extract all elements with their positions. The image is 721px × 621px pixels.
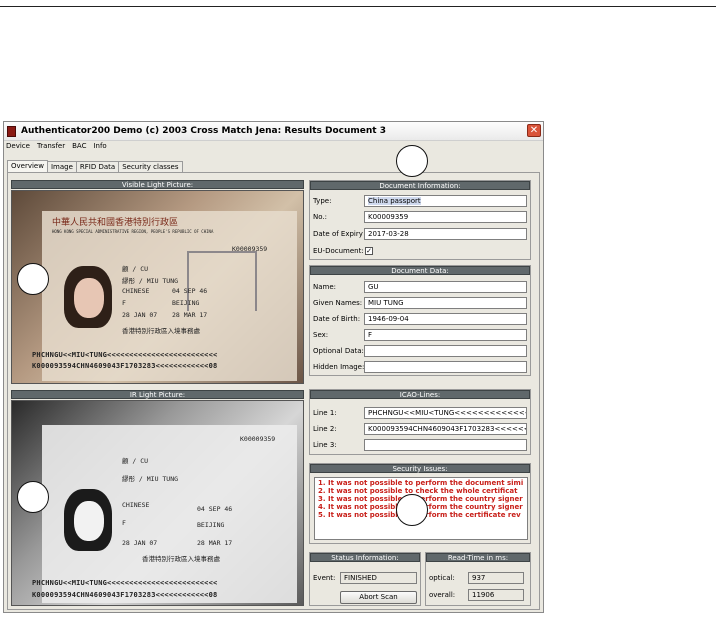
security-issues-header: Security Issues: xyxy=(310,464,530,473)
menu-transfer[interactable]: Transfer xyxy=(37,142,65,150)
menu-info[interactable]: Info xyxy=(93,142,106,150)
security-issue-item: 2. It was not possible to check the whol… xyxy=(318,487,518,495)
ir-passport-number: K00009359 xyxy=(240,435,276,443)
callout-circle-tabs xyxy=(396,145,428,177)
eu-document-checkbox[interactable]: ✓ xyxy=(365,247,373,255)
visible-light-header: Visible Light Picture: xyxy=(11,180,304,189)
app-icon xyxy=(7,125,16,137)
ir-given-name: 繆彤 / MIU TUNG xyxy=(122,475,179,483)
holder-face-ir xyxy=(74,501,104,541)
ir-mrz-line-1: PHCHNGU<<MIU<TUNG<<<<<<<<<<<<<<<<<<<<<<<… xyxy=(32,579,218,587)
ir-issue-date: 28 JAN 07 xyxy=(122,539,158,547)
name-label: Name: xyxy=(313,283,337,291)
given-names-label: Given Names: xyxy=(313,299,363,307)
name-field[interactable]: GU xyxy=(364,281,527,293)
ir-place: BEIJING xyxy=(197,521,225,529)
vis-surname: 顧 / CU xyxy=(122,265,149,273)
holder-face xyxy=(74,278,104,318)
vis-authority: 香港特別行政區入境事務處 xyxy=(122,327,200,335)
sex-label: Sex: xyxy=(313,331,329,339)
line2-field[interactable]: K000093594CHN4609043F1703283<<<<<<<<<<<<… xyxy=(364,423,527,435)
document-information-box: Document Information: Type: China passpo… xyxy=(309,180,531,260)
menu-bar: Device Transfer BAC Info xyxy=(4,141,543,151)
passport-title: 中華人民共和國香港特別行政區 xyxy=(52,218,179,228)
expiry-field[interactable]: 2017-03-28 xyxy=(364,228,527,240)
overview-panel: Visible Light Picture: 中華人民共和國香港特別行政區 HO… xyxy=(7,172,540,610)
line1-label: Line 1: xyxy=(313,409,337,417)
optical-field: 937 xyxy=(468,572,524,584)
event-label: Event: xyxy=(313,574,336,582)
document-data-box: Document Data: Name: GU Given Names: MIU… xyxy=(309,265,531,376)
ir-authority: 香港特別行政區入境事務處 xyxy=(142,555,220,563)
no-label: No.: xyxy=(313,213,327,221)
no-field[interactable]: K00009359 xyxy=(364,211,527,223)
vis-mrz-line-1: PHCHNGU<<MIU<TUNG<<<<<<<<<<<<<<<<<<<<<<<… xyxy=(32,351,218,359)
sex-field[interactable]: F xyxy=(364,329,527,341)
dob-label: Date of Birth: xyxy=(313,315,361,323)
document-data-header: Document Data: xyxy=(310,266,530,275)
vis-mrz-line-2: K000093594CHN4609043F1703283<<<<<<<<<<<<… xyxy=(32,362,218,370)
expiry-label: Date of Expiry xyxy=(313,230,363,238)
ir-surname: 顧 / CU xyxy=(122,457,149,465)
visible-light-image: 中華人民共和國香港特別行政區 HONG KONG SPECIAL ADMINIS… xyxy=(11,190,304,384)
overall-label: overall: xyxy=(429,591,456,599)
optional-data-label: Optional Data: xyxy=(313,347,364,355)
ir-light-image: K00009359 顧 / CU 繆彤 / MIU TUNG CHINESE 0… xyxy=(11,400,304,606)
hidden-image-label: Hidden Image: xyxy=(313,363,365,371)
line3-label: Line 3: xyxy=(313,441,337,449)
callout-circle-visible-image xyxy=(17,263,49,295)
ir-light-header: IR Light Picture: xyxy=(11,390,304,399)
eu-document-label: EU-Document: xyxy=(313,247,364,255)
line3-field[interactable] xyxy=(364,439,527,451)
line2-label: Line 2: xyxy=(313,425,337,433)
vis-issue-date: 28 JAN 07 xyxy=(122,311,158,319)
icao-lines-box: ICAO-Lines: Line 1: PHCHNGU<<MIU<TUNG<<<… xyxy=(309,389,531,455)
vis-sex: F xyxy=(122,299,126,307)
title-bar: Authenticator200 Demo (c) 2003 Cross Mat… xyxy=(4,122,543,141)
vis-expiry-date: 28 MAR 17 xyxy=(172,311,208,319)
vis-nationality: CHINESE xyxy=(122,287,150,295)
icao-lines-header: ICAO-Lines: xyxy=(310,390,530,399)
read-time-box: Read-Time in ms: optical: 937 overall: 1… xyxy=(425,552,531,606)
status-information-header: Status Information: xyxy=(310,553,420,562)
passport-subtitle: HONG KONG SPECIAL ADMINISTRATIVE REGION,… xyxy=(52,229,214,234)
document-information-header: Document Information: xyxy=(310,181,530,190)
ir-mrz-line-2: K000093594CHN4609043F1703283<<<<<<<<<<<<… xyxy=(32,591,218,599)
vis-place: BEIJING xyxy=(172,299,200,307)
type-label: Type: xyxy=(313,197,332,205)
ir-nationality: CHINESE xyxy=(122,501,150,509)
read-time-header: Read-Time in ms: xyxy=(426,553,530,562)
vis-dob: 04 SEP 46 xyxy=(172,287,208,295)
ir-sex: F xyxy=(122,519,126,527)
app-window: Authenticator200 Demo (c) 2003 Cross Mat… xyxy=(3,121,544,613)
event-field: FINISHED xyxy=(340,572,417,584)
abort-scan-button[interactable]: Abort Scan xyxy=(340,591,417,604)
given-names-field[interactable]: MIU TUNG xyxy=(364,297,527,309)
optional-data-field[interactable] xyxy=(364,345,527,357)
callout-circle-ir-image xyxy=(17,481,49,513)
top-rule xyxy=(0,6,716,7)
line1-field[interactable]: PHCHNGU<<MIU<TUNG<<<<<<<<<<<<<<<<<<<<<<<… xyxy=(364,407,527,419)
window-title: Authenticator200 Demo (c) 2003 Cross Mat… xyxy=(21,126,386,136)
ir-expiry-date: 28 MAR 17 xyxy=(197,539,233,547)
callout-circle-security xyxy=(396,494,428,526)
status-information-box: Status Information: Event: FINISHED Abor… xyxy=(309,552,421,606)
overall-field: 11906 xyxy=(468,589,524,601)
vis-given-name: 繆彤 / MIU TUNG xyxy=(122,277,179,285)
hidden-image-field[interactable] xyxy=(364,361,527,373)
vis-passport-number: K00009359 xyxy=(232,245,268,253)
ir-dob: 04 SEP 46 xyxy=(197,505,233,513)
type-value: China passport xyxy=(368,197,421,205)
type-field[interactable]: China passport xyxy=(364,195,527,207)
menu-bac[interactable]: BAC xyxy=(72,142,86,150)
optical-label: optical: xyxy=(429,574,455,582)
security-issue-item: 1. It was not possible to perform the do… xyxy=(318,479,524,487)
dob-field[interactable]: 1946-09-04 xyxy=(364,313,527,325)
menu-device[interactable]: Device xyxy=(6,142,30,150)
close-button[interactable]: ✕ xyxy=(527,124,541,137)
